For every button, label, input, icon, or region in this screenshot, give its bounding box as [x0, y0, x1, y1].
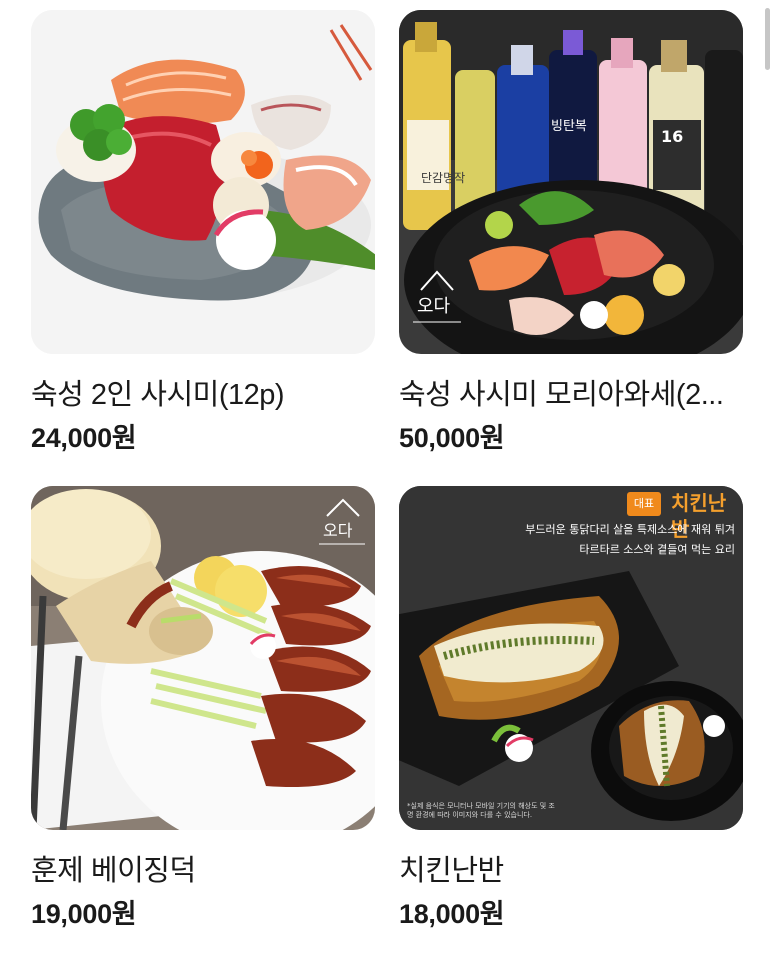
- peking-duck-illustration: 오다: [31, 486, 375, 830]
- product-name[interactable]: 숙성 사시미 모리아와세(2...: [399, 377, 743, 413]
- product-image-sashimi-moriawase[interactable]: 단감명작 빙탄복 16 오다: [399, 10, 743, 354]
- product-card-chicken-nanban[interactable]: 대표 치킨난반 부드러운 통닭다리 살을 특제소스에 재워 튀겨 타르타르 소스…: [399, 486, 743, 930]
- product-card-sashimi-moriawase[interactable]: 단감명작 빙탄복 16 오다 숙성 사시미 모리아와세(2... 50,000원: [399, 10, 743, 454]
- product-image-peking-duck[interactable]: 오다: [31, 486, 375, 830]
- product-image-sashimi-2[interactable]: [31, 10, 375, 354]
- product-price: 18,000원: [399, 899, 505, 929]
- menu-description-line: 타르타르 소스와 곁들여 먹는 요리: [579, 543, 735, 556]
- sashimi-plate-illustration: [31, 10, 375, 354]
- product-name[interactable]: 치킨난반: [399, 853, 743, 889]
- product-name[interactable]: 훈제 베이징덕: [31, 853, 375, 889]
- product-name[interactable]: 숙성 2인 사시미(12p): [31, 377, 375, 413]
- bottle-label-text: 빙탄복: [551, 119, 587, 134]
- logo-text: 오다: [323, 521, 353, 540]
- product-price: 24,000원: [31, 423, 137, 453]
- menu-description-line: 부드러운 통닭다리 살을 특제소스에 재워 튀겨: [525, 523, 735, 536]
- bottle-label-text: 단감명작: [421, 171, 465, 185]
- product-card-sashimi-2[interactable]: 숙성 2인 사시미(12p) 24,000원: [31, 10, 375, 454]
- image-disclaimer: *실제 음식은 모니터나 모바일 기기의 해상도 및 조명 환경에 따라 이미지…: [407, 802, 555, 819]
- logo-text: 오다: [417, 296, 451, 317]
- vertical-scrollbar[interactable]: [765, 8, 770, 70]
- bottle-label-text: 16: [661, 127, 683, 146]
- moriawase-with-bottles-illustration: 단감명작 빙탄복 16 오다: [399, 10, 743, 354]
- product-card-peking-duck[interactable]: 오다 훈제 베이징덕 19,000원: [31, 486, 375, 930]
- product-image-chicken-nanban[interactable]: 대표 치킨난반 부드러운 통닭다리 살을 특제소스에 재워 튀겨 타르타르 소스…: [399, 486, 743, 830]
- product-grid-page: 숙성 2인 사시미(12p) 24,000원 단감명작 빙탄복 16 오다 숙성…: [0, 0, 773, 958]
- product-price: 50,000원: [399, 423, 505, 453]
- product-price: 19,000원: [31, 899, 137, 929]
- signature-tag: 대표: [627, 492, 661, 516]
